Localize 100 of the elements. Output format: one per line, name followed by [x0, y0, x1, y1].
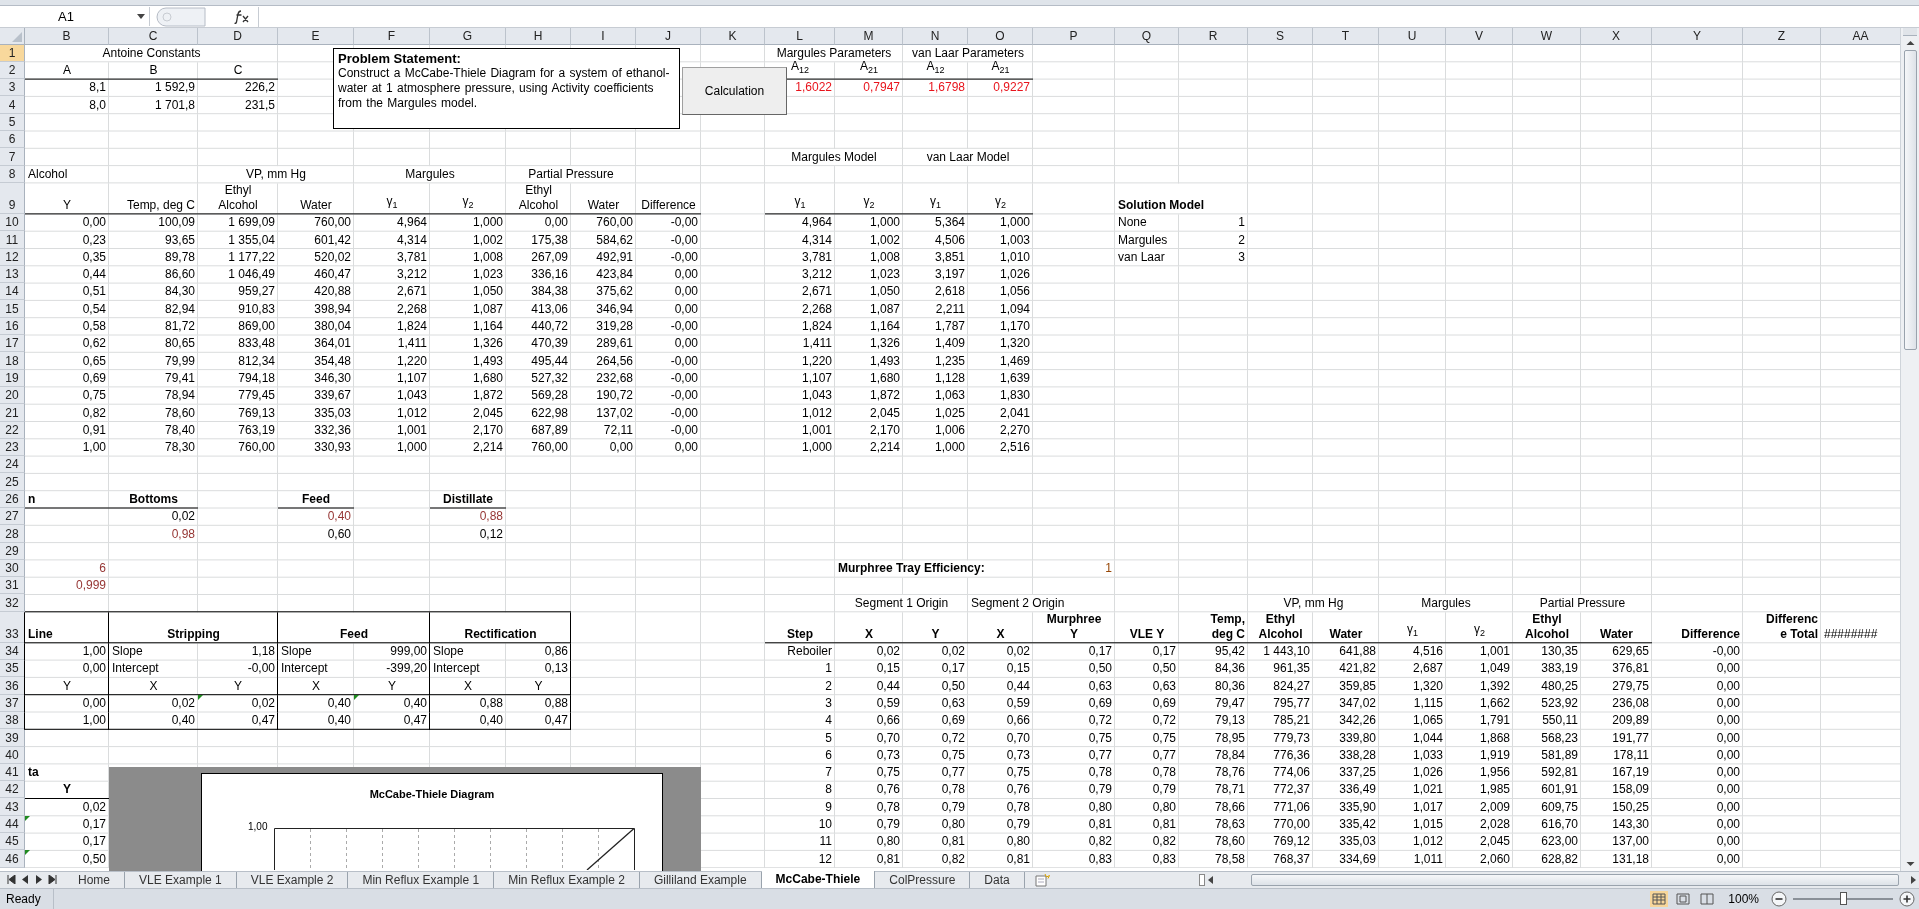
column-heading: Segment 1 Origin — [854, 595, 949, 611]
row-header[interactable]: 32 — [0, 594, 25, 612]
table-cell: 0,75 — [876, 765, 900, 781]
row-header[interactable]: 45 — [0, 833, 25, 851]
page-layout-icon[interactable] — [1674, 891, 1693, 907]
row-header[interactable]: 14 — [0, 283, 25, 301]
row-header[interactable]: 11 — [0, 231, 25, 249]
previous-sheet-icon[interactable] — [20, 875, 30, 885]
table-cell: 687,89 — [531, 422, 568, 438]
column-heading: γ$_{2}$ — [863, 193, 875, 212]
row-header[interactable]: 39 — [0, 729, 25, 747]
axis-tick-label: 1,00 — [248, 820, 268, 832]
column-heading: Step — [787, 626, 813, 642]
column-heading: Y — [63, 197, 71, 213]
row-header[interactable]: 3 — [0, 79, 25, 97]
table-cell: 82,94 — [164, 301, 195, 317]
table-cell: 336,49 — [1339, 782, 1376, 798]
zoom-in-icon[interactable] — [1899, 891, 1915, 907]
table-cell: 1,680 — [472, 370, 503, 386]
expand-handle-icon[interactable] — [156, 6, 206, 27]
row-header[interactable]: 4 — [0, 96, 25, 114]
table-cell: 80,65 — [164, 336, 195, 352]
row-header[interactable]: 6 — [0, 131, 25, 149]
table-cell: 78,76 — [1214, 765, 1245, 781]
table-cell: 0,81 — [1152, 817, 1176, 833]
name-box[interactable]: A1 — [0, 7, 150, 27]
page-break-icon[interactable] — [1698, 891, 1717, 907]
table-cell: 10 — [818, 817, 832, 833]
table-cell: 0,65 — [82, 353, 106, 369]
dropdown-caret-icon[interactable] — [137, 14, 145, 20]
table-cell: 772,37 — [1273, 782, 1310, 798]
split-handle[interactable] — [1903, 27, 1917, 36]
table-cell: 398,94 — [314, 301, 351, 317]
table-cell: 628,82 — [1541, 851, 1578, 867]
table-cell: 264,56 — [596, 353, 633, 369]
row-header[interactable]: 15 — [0, 300, 25, 318]
next-sheet-icon[interactable] — [34, 875, 44, 885]
scrollbar-thumb[interactable] — [1250, 873, 1899, 886]
calculation-button[interactable]: Calculation — [682, 66, 787, 115]
row-header[interactable]: 46 — [0, 850, 25, 868]
table-cell: 0,79 — [1152, 782, 1176, 798]
table-cell: 9 — [825, 799, 832, 815]
table-cell: 520,02 — [314, 249, 351, 265]
table-cell: 1,050 — [869, 284, 900, 300]
table-cell: 2,268 — [801, 301, 832, 317]
table-cell: 0,00 — [1716, 817, 1740, 833]
row-header[interactable]: 42 — [0, 781, 25, 799]
column-heading: γ$_{2}$ — [1474, 622, 1485, 641]
row-header[interactable]: 43 — [0, 798, 25, 816]
table-cell: 779,45 — [238, 388, 275, 404]
cell-label: Segment 2 Origin — [971, 595, 1065, 611]
scrollbar-thumb[interactable] — [1903, 49, 1917, 350]
table-cell: 0,02 — [82, 799, 106, 815]
table-cell: 0,79 — [1088, 782, 1112, 798]
table-cell: 2 — [825, 678, 832, 694]
first-sheet-icon[interactable] — [6, 875, 16, 885]
row-header[interactable]: 31 — [0, 577, 25, 595]
zoom-out-icon[interactable] — [1771, 891, 1787, 907]
error-indicator-icon[interactable] — [354, 694, 359, 700]
table-cell: 0,66 — [1006, 713, 1030, 729]
row-header[interactable]: 25 — [0, 473, 25, 491]
table-cell: 0,75 — [941, 747, 965, 763]
table-cell: 0,70 — [876, 730, 900, 746]
table-cell: 78,94 — [164, 388, 195, 404]
normal-view-icon[interactable] — [1650, 891, 1669, 907]
table-cell: 1,012 — [1412, 834, 1443, 850]
table-cell: 2,045 — [472, 405, 503, 421]
table-cell: 1,320 — [999, 336, 1030, 352]
zoom-slider-thumb[interactable] — [1840, 892, 1847, 905]
zoom-level[interactable]: 100% — [1728, 892, 1759, 906]
row-header[interactable]: 28 — [0, 525, 25, 543]
row-header[interactable]: 17 — [0, 335, 25, 353]
row-header[interactable]: 27 — [0, 508, 25, 526]
zoom-slider[interactable] — [1793, 891, 1893, 907]
table-cell: 1,006 — [934, 422, 965, 438]
table-cell: 1,033 — [1412, 747, 1443, 763]
table-cell: 1,680 — [869, 370, 900, 386]
row-header[interactable]: 24 — [0, 456, 25, 474]
row-header[interactable]: 7 — [0, 148, 25, 166]
table-cell: 3,781 — [396, 249, 427, 265]
row-header[interactable]: 36 — [0, 677, 25, 695]
table-cell: 0,76 — [876, 782, 900, 798]
row-header[interactable]: 35 — [0, 660, 25, 678]
row-header[interactable]: 9 — [0, 182, 25, 214]
split-handle[interactable] — [1198, 873, 1205, 886]
table-cell: -0,00 — [1712, 644, 1740, 660]
table-cell: 0,02 — [171, 695, 195, 711]
table-cell: 78,63 — [1214, 817, 1245, 833]
row-header[interactable]: 21 — [0, 404, 25, 422]
row-header[interactable]: 18 — [0, 352, 25, 370]
sheet-tab[interactable]: McCabe-Thiele — [761, 870, 876, 888]
table-cell: 1,002 — [869, 232, 900, 248]
table-cell: 623,00 — [1541, 834, 1578, 850]
table-cell: 999,00 — [390, 644, 427, 660]
error-indicator-icon[interactable] — [198, 694, 203, 700]
table-cell: 492,91 — [596, 249, 633, 265]
last-sheet-icon[interactable] — [48, 875, 58, 885]
table-cell: 1,012 — [801, 405, 832, 421]
table-cell: 0,77 — [1152, 747, 1176, 763]
table-cell: 1,000 — [801, 440, 832, 456]
